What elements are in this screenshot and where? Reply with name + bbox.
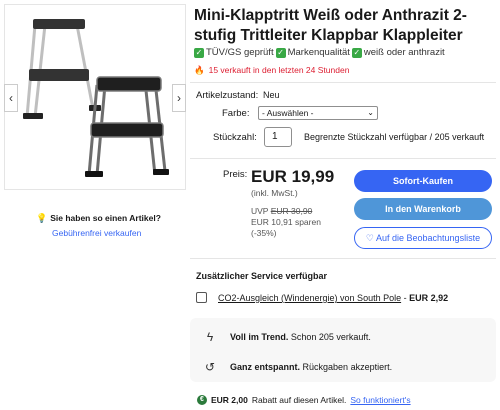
watchlist-label: Auf die Beobachtungsliste: [376, 233, 481, 243]
savings-amount: EUR 10,91 sparen: [251, 217, 321, 227]
divider: [190, 82, 496, 83]
divider: [190, 258, 496, 259]
promo-banner: € EUR 2,00 Rabatt auf diesen Artikel. So…: [197, 395, 411, 405]
uvp: UVP EUR 30,90: [251, 206, 312, 216]
color-label: Farbe:: [222, 108, 250, 119]
returns-row: ↺ Ganz entspannt. Rückgaben akzeptiert.: [204, 360, 392, 374]
check-icon: ✓: [351, 47, 362, 58]
divider: [190, 158, 496, 159]
watchlist-button[interactable]: ♡ Auf die Beobachtungsliste: [354, 227, 492, 249]
heart-icon: ♡: [365, 233, 374, 243]
co2-checkbox[interactable]: [196, 292, 207, 303]
buy-now-button[interactable]: Sofort-Kaufen: [354, 170, 492, 192]
promo-amount: EUR 2,00: [211, 395, 248, 405]
returns-bold: Ganz entspannt.: [230, 362, 301, 372]
co2-separator: -: [401, 293, 410, 303]
condition-label: Artikelzustand:: [196, 90, 259, 101]
quantity-note: Begrenzte Stückzahl verfügbar / 205 verk…: [304, 132, 485, 142]
flame-icon: 🔥: [194, 65, 205, 75]
trend-row: ϟ Voll im Trend. Schon 205 verkauft.: [204, 330, 371, 344]
savings: EUR 10,91 sparen (-35%): [251, 217, 351, 239]
condition-value: Neu: [263, 90, 280, 100]
color-select[interactable]: - Auswählen - ⌄: [258, 106, 378, 120]
chevron-down-icon: ⌄: [367, 108, 374, 117]
returns-text: Rückgaben akzeptiert.: [302, 362, 393, 372]
gallery-next-button[interactable]: ›: [172, 84, 186, 112]
promo-link[interactable]: So funktioniert's: [350, 395, 410, 405]
quantity-input[interactable]: 1: [264, 127, 292, 147]
info-box: ϟ Voll im Trend. Schon 205 verkauft. ↺ G…: [190, 318, 496, 382]
price-value: EUR 19,99: [251, 167, 335, 186]
price-label: Preis:: [223, 169, 248, 180]
promo-text: Rabatt auf diesen Artikel.: [251, 395, 347, 405]
color-select-value: - Auswählen -: [262, 108, 314, 118]
feature-list: ✓ TÜV/GS geprüft ✓ Markenqualität ✓ weiß od…: [194, 47, 445, 58]
quantity-label: Stückzahl:: [213, 132, 257, 143]
savings-percent: (-35%): [251, 228, 277, 238]
trending-notice: 🔥 15 verkauft in den letzten 24 Stunden: [194, 65, 349, 76]
check-icon: ✓: [275, 47, 286, 58]
lightning-icon: ϟ: [206, 330, 214, 344]
seller-tip: 💡 Sie haben so einen Artikel? Gebührenfre…: [36, 213, 161, 238]
return-arrow-icon: ↺: [204, 360, 216, 374]
sell-free-link[interactable]: Gebührenfrei verkaufen: [52, 228, 161, 238]
co2-link[interactable]: CO2-Ausgleich (Windenergie) von South Po…: [218, 293, 401, 303]
co2-offset: CO2-Ausgleich (Windenergie) von South Po…: [218, 293, 448, 303]
check-icon: ✓: [194, 47, 204, 58]
feature-item: Markenqualität: [287, 47, 350, 58]
feature-item: weiß oder anthrazit: [363, 47, 445, 58]
product-title: Mini-Klapptritt Weiß oder Anthrazit 2-st…: [194, 7, 467, 44]
coupon-icon: €: [197, 395, 207, 405]
uvp-label: UVP: [251, 206, 269, 216]
trend-text: Schon 205 verkauft.: [290, 332, 371, 342]
seller-question: Sie haben so einen Artikel?: [50, 213, 161, 223]
uvp-value: EUR 30,90: [270, 206, 313, 216]
trending-text: 15 verkauft in den letzten 24 Stunden: [208, 65, 350, 75]
feature-item: TÜV/GS geprüft: [206, 47, 274, 58]
add-to-cart-button[interactable]: In den Warenkorb: [354, 198, 492, 220]
extra-service-title: Zusätzlicher Service verfügbar: [196, 271, 328, 281]
lightbulb-icon: 💡: [36, 213, 48, 223]
co2-price: EUR 2,92: [409, 293, 449, 303]
product-image-gallery[interactable]: ‹ ›: [4, 4, 186, 190]
step-ladder-image: [23, 19, 169, 177]
trend-bold: Voll im Trend.: [230, 332, 289, 342]
vat-note: (inkl. MwSt.): [251, 188, 298, 198]
gallery-prev-button[interactable]: ‹: [4, 84, 18, 112]
